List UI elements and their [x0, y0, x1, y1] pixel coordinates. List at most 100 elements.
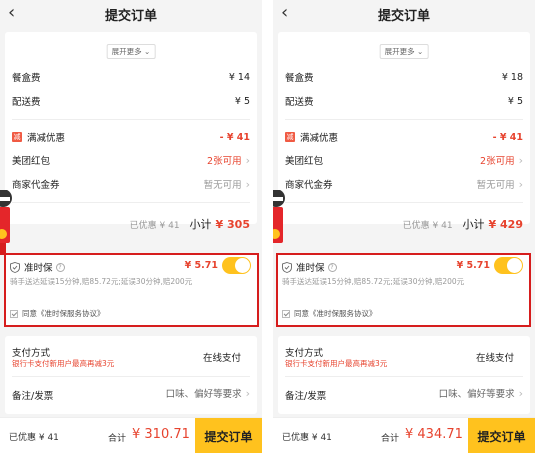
insurance-price: ¥ 5.71: [456, 260, 490, 271]
footer-total: ¥ 434.71: [405, 427, 463, 442]
submit-order-button[interactable]: 提交订单: [468, 418, 535, 453]
payment-promo: 银行卡支付新用户最高再减3元: [285, 359, 388, 368]
chevron-down-icon: ⌄: [414, 47, 424, 56]
insurance-label: 准时保: [296, 263, 325, 274]
red-packet-label: 美团红包: [285, 156, 324, 167]
submit-order-button[interactable]: 提交订单: [195, 418, 262, 453]
agreement-checkbox[interactable]: [282, 309, 290, 318]
payment-method-label: 支付方式: [12, 348, 51, 359]
mascot-icon[interactable]: [273, 190, 287, 258]
order-screen-right: ‹ 提交订单 展开更多 ⌄ 餐盒费 ¥ 18 配送费 ¥ 5 减 满减优惠 - …: [273, 0, 535, 453]
agreement-checkbox[interactable]: [10, 309, 18, 318]
chevron-down-icon: ⌄: [141, 47, 151, 56]
subtotal-value: ¥ 305: [215, 217, 250, 231]
package-fee-label: 餐盒费: [12, 73, 41, 84]
red-packet-label: 美团红包: [12, 156, 51, 167]
insurance-price: ¥ 5.71: [184, 260, 218, 271]
shield-icon: [282, 261, 292, 273]
note-label: 备注/发票: [12, 391, 54, 402]
note-row[interactable]: 口味、偏好等要求 ›: [438, 386, 523, 401]
voucher-row[interactable]: 商家代金券 暂无可用 ›: [278, 175, 530, 193]
full-discount-row: 减 满减优惠 - ¥ 41: [5, 128, 257, 146]
footer-saved: 已优惠 ¥ 41: [9, 433, 59, 443]
delivery-fee-value: ¥ 5: [507, 95, 523, 107]
header: ‹ 提交订单: [273, 0, 535, 28]
package-fee-row: 餐盒费 ¥ 18: [278, 68, 530, 86]
fee-card: 展开更多 ⌄ 餐盒费 ¥ 14 配送费 ¥ 5 减 满减优惠 - ¥ 41 美团…: [5, 32, 257, 231]
voucher-label: 商家代金券: [12, 180, 60, 191]
insurance-toggle[interactable]: [222, 257, 251, 274]
expand-more-button[interactable]: 展开更多 ⌄: [106, 44, 156, 59]
package-fee-row: 餐盒费 ¥ 14: [5, 68, 257, 86]
full-discount-label: 满减优惠: [300, 133, 339, 144]
insurance-section: 准时保 ? ¥ 5.71 骑手送达延误15分钟,赔85.72元;延误30分钟,赔…: [4, 253, 259, 327]
expand-more-button[interactable]: 展开更多 ⌄: [379, 44, 429, 59]
agreement-checkbox-row[interactable]: 同意《准时保服务协议》: [282, 308, 377, 319]
divider: [285, 119, 523, 120]
delivery-fee-label: 配送费: [285, 97, 314, 108]
divider: [12, 119, 250, 120]
chevron-right-icon: ›: [518, 386, 523, 400]
payment-method-label: 支付方式: [285, 348, 324, 359]
subtotal-label: 小计: [462, 218, 485, 231]
discount-badge-icon: 减: [285, 132, 295, 142]
agreement-checkbox-row[interactable]: 同意《准时保服务协议》: [10, 308, 105, 319]
subtotal-saved: 已优惠 ¥ 41: [129, 220, 180, 231]
page-title: 提交订单: [104, 8, 157, 24]
subtotal-saved: 已优惠 ¥ 41: [402, 220, 453, 231]
red-packet-value: 2张可用: [207, 156, 242, 167]
package-fee-value: ¥ 14: [228, 71, 250, 83]
footer-bar: 已优惠 ¥ 41 合计 ¥ 434.71 提交订单: [273, 417, 535, 453]
footer-total: ¥ 310.71: [132, 427, 190, 442]
header: ‹ 提交订单: [0, 0, 262, 28]
toggle-knob: [507, 258, 522, 273]
help-icon[interactable]: ?: [55, 262, 65, 272]
agreement-label[interactable]: 同意《准时保服务协议》: [294, 308, 377, 319]
chevron-left-icon[interactable]: ‹: [8, 3, 15, 23]
footer-bar: 已优惠 ¥ 41 合计 ¥ 310.71 提交订单: [0, 417, 262, 453]
full-discount-value: - ¥ 41: [219, 131, 250, 143]
payment-method-value[interactable]: 在线支付: [203, 350, 241, 364]
delivery-fee-row: 配送费 ¥ 5: [278, 92, 530, 110]
footer-total-label: 合计: [108, 434, 127, 444]
footer-saved: 已优惠 ¥ 41: [282, 433, 332, 443]
shield-icon: [10, 261, 20, 273]
insurance-toggle[interactable]: [494, 257, 523, 274]
subtotal-row: 已优惠 ¥ 41 小计 ¥ 429: [278, 214, 530, 234]
insurance-description: 骑手送达延误15分钟,赔85.72元;延误30分钟,赔200元: [282, 277, 465, 286]
insurance-label: 准时保: [24, 263, 53, 274]
divider: [12, 376, 250, 377]
chevron-right-icon: ›: [518, 153, 523, 167]
note-row[interactable]: 口味、偏好等要求 ›: [165, 386, 250, 401]
fee-card: 展开更多 ⌄ 餐盒费 ¥ 18 配送费 ¥ 5 减 满减优惠 - ¥ 41 美团…: [278, 32, 530, 231]
voucher-label: 商家代金券: [285, 180, 333, 191]
red-packet-row[interactable]: 美团红包 2张可用 ›: [5, 151, 257, 169]
full-discount-label: 满减优惠: [27, 133, 66, 144]
insurance-header: 准时保 ?: [282, 260, 337, 274]
red-packet-row[interactable]: 美团红包 2张可用 ›: [278, 151, 530, 169]
delivery-fee-label: 配送费: [12, 97, 41, 108]
agreement-label[interactable]: 同意《准时保服务协议》: [22, 308, 105, 319]
chevron-right-icon: ›: [518, 177, 523, 191]
voucher-value: 暂无可用: [203, 180, 242, 191]
chevron-right-icon: ›: [245, 153, 250, 167]
discount-badge-icon: 减: [12, 132, 22, 142]
payment-card: 支付方式 银行卡支付新用户最高再减3元 在线支付 备注/发票 口味、偏好等要求 ›: [278, 336, 530, 414]
payment-method-value[interactable]: 在线支付: [476, 350, 514, 364]
mascot-icon[interactable]: [0, 190, 14, 258]
divider: [285, 202, 523, 203]
package-fee-label: 餐盒费: [285, 73, 314, 84]
voucher-value: 暂无可用: [476, 180, 515, 191]
note-placeholder: 口味、偏好等要求: [165, 389, 242, 400]
toggle-knob: [235, 258, 250, 273]
chevron-left-icon[interactable]: ‹: [281, 3, 288, 23]
help-icon[interactable]: ?: [327, 262, 337, 272]
full-discount-value: - ¥ 41: [492, 131, 523, 143]
voucher-row[interactable]: 商家代金券 暂无可用 ›: [5, 175, 257, 193]
note-placeholder: 口味、偏好等要求: [438, 389, 515, 400]
chevron-right-icon: ›: [245, 177, 250, 191]
payment-promo: 银行卡支付新用户最高再减3元: [12, 359, 115, 368]
subtotal-label: 小计: [189, 218, 212, 231]
insurance-description: 骑手送达延误15分钟,赔85.72元;延误30分钟,赔200元: [10, 277, 193, 286]
divider: [285, 376, 523, 377]
